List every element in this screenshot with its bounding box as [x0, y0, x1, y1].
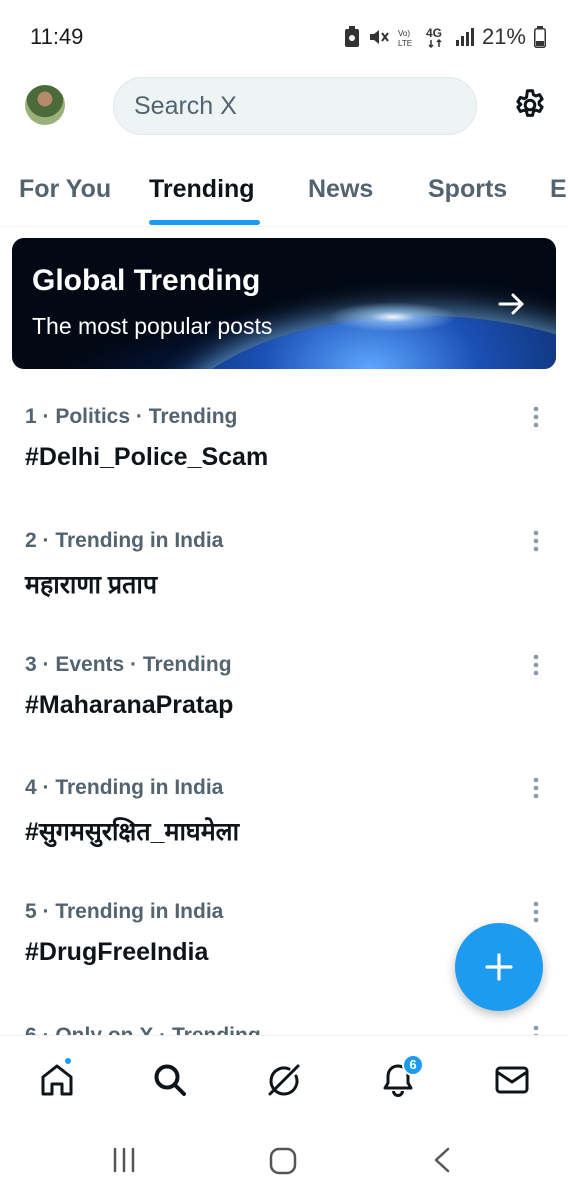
compose-post-button[interactable]: [455, 923, 543, 1011]
recycle-battery-icon: [344, 26, 359, 47]
explore-tabs: For You Trending News Sports E: [0, 165, 568, 227]
search-input[interactable]: Search X: [113, 77, 477, 135]
nav-notifications[interactable]: 6: [378, 1054, 424, 1100]
more-options-icon[interactable]: [526, 529, 546, 555]
tab-sports[interactable]: Sports: [428, 175, 507, 204]
battery-icon: [534, 26, 546, 48]
search-placeholder: Search X: [134, 91, 237, 120]
trend-name: #MaharanaPratap: [25, 691, 234, 719]
more-options-icon[interactable]: [526, 653, 546, 679]
recent-apps-icon[interactable]: [111, 1147, 137, 1173]
trend-name: #Delhi_Police_Scam: [25, 443, 269, 471]
trend-item[interactable]: 2 · Trending in India महाराणा प्रताप: [0, 529, 568, 639]
trend-name: #DrugFreeIndia: [25, 938, 209, 966]
bottom-nav: 6: [0, 1035, 568, 1125]
status-time: 11:49: [30, 24, 84, 49]
trend-item[interactable]: 1 · Politics · Trending #Delhi_Police_Sc…: [0, 405, 568, 515]
network-4g-icon: 4G: [426, 26, 442, 48]
nav-home[interactable]: [37, 1056, 77, 1100]
svg-text:4G: 4G: [426, 26, 442, 40]
svg-text:Vo): Vo): [398, 29, 410, 38]
banner-title: Global Trending: [32, 264, 261, 297]
nav-grok[interactable]: [264, 1060, 304, 1100]
signal-icon: [455, 28, 474, 46]
sunrise-flare: [328, 302, 458, 332]
trend-meta: 5 · Trending in India: [25, 900, 224, 923]
more-options-icon[interactable]: [526, 900, 546, 926]
tab-for-you[interactable]: For You: [19, 175, 111, 204]
trend-meta: 4 · Trending in India: [25, 776, 224, 799]
trend-item[interactable]: 4 · Trending in India #सुगमसुरक्षित_माघम…: [0, 776, 568, 886]
battery-percent: 21%: [481, 24, 526, 49]
home-icon: [41, 1064, 73, 1096]
global-trending-banner[interactable]: Global Trending The most popular posts: [12, 238, 556, 369]
more-options-icon[interactable]: [526, 776, 546, 802]
plus-icon: [485, 953, 513, 981]
more-options-icon[interactable]: [526, 405, 546, 431]
trend-meta: 1 · Politics · Trending: [25, 405, 238, 428]
trend-meta: 2 · Trending in India: [25, 529, 224, 552]
system-nav-bar: [0, 1125, 568, 1200]
tab-trending[interactable]: Trending: [149, 175, 255, 204]
home-unread-dot: [63, 1056, 73, 1066]
top-header: Search X: [0, 75, 568, 139]
nav-explore[interactable]: [150, 1060, 190, 1100]
volte-icon: Vo)LTE: [398, 29, 412, 47]
banner-subtitle: The most popular posts: [32, 313, 273, 339]
grok-icon: [268, 1064, 300, 1096]
gear-icon[interactable]: [512, 87, 548, 123]
mail-icon: [495, 1066, 529, 1094]
avatar[interactable]: [25, 85, 65, 125]
trend-item[interactable]: 3 · Events · Trending #MaharanaPratap: [0, 653, 568, 763]
back-icon[interactable]: [431, 1147, 453, 1173]
nav-messages[interactable]: [492, 1060, 532, 1100]
mute-icon: [369, 30, 389, 44]
tab-news[interactable]: News: [308, 175, 373, 204]
search-icon: [154, 1064, 186, 1096]
home-button-icon[interactable]: [269, 1147, 297, 1175]
tab-entertainment[interactable]: E: [550, 175, 567, 204]
notifications-badge: 6: [402, 1054, 424, 1076]
status-icons: Vo) LTE 4G 21%: [344, 24, 546, 50]
status-bar: 11:49 Vo) LTE 4G 21%: [0, 0, 568, 70]
svg-text:LTE: LTE: [398, 39, 412, 47]
arrow-right-icon: [498, 293, 524, 315]
trend-meta: 3 · Events · Trending: [25, 653, 232, 676]
active-tab-indicator: [149, 220, 260, 225]
trend-name: महाराणा प्रताप: [25, 571, 158, 599]
trend-name: #सुगमसुरक्षित_माघमेला: [25, 818, 240, 846]
